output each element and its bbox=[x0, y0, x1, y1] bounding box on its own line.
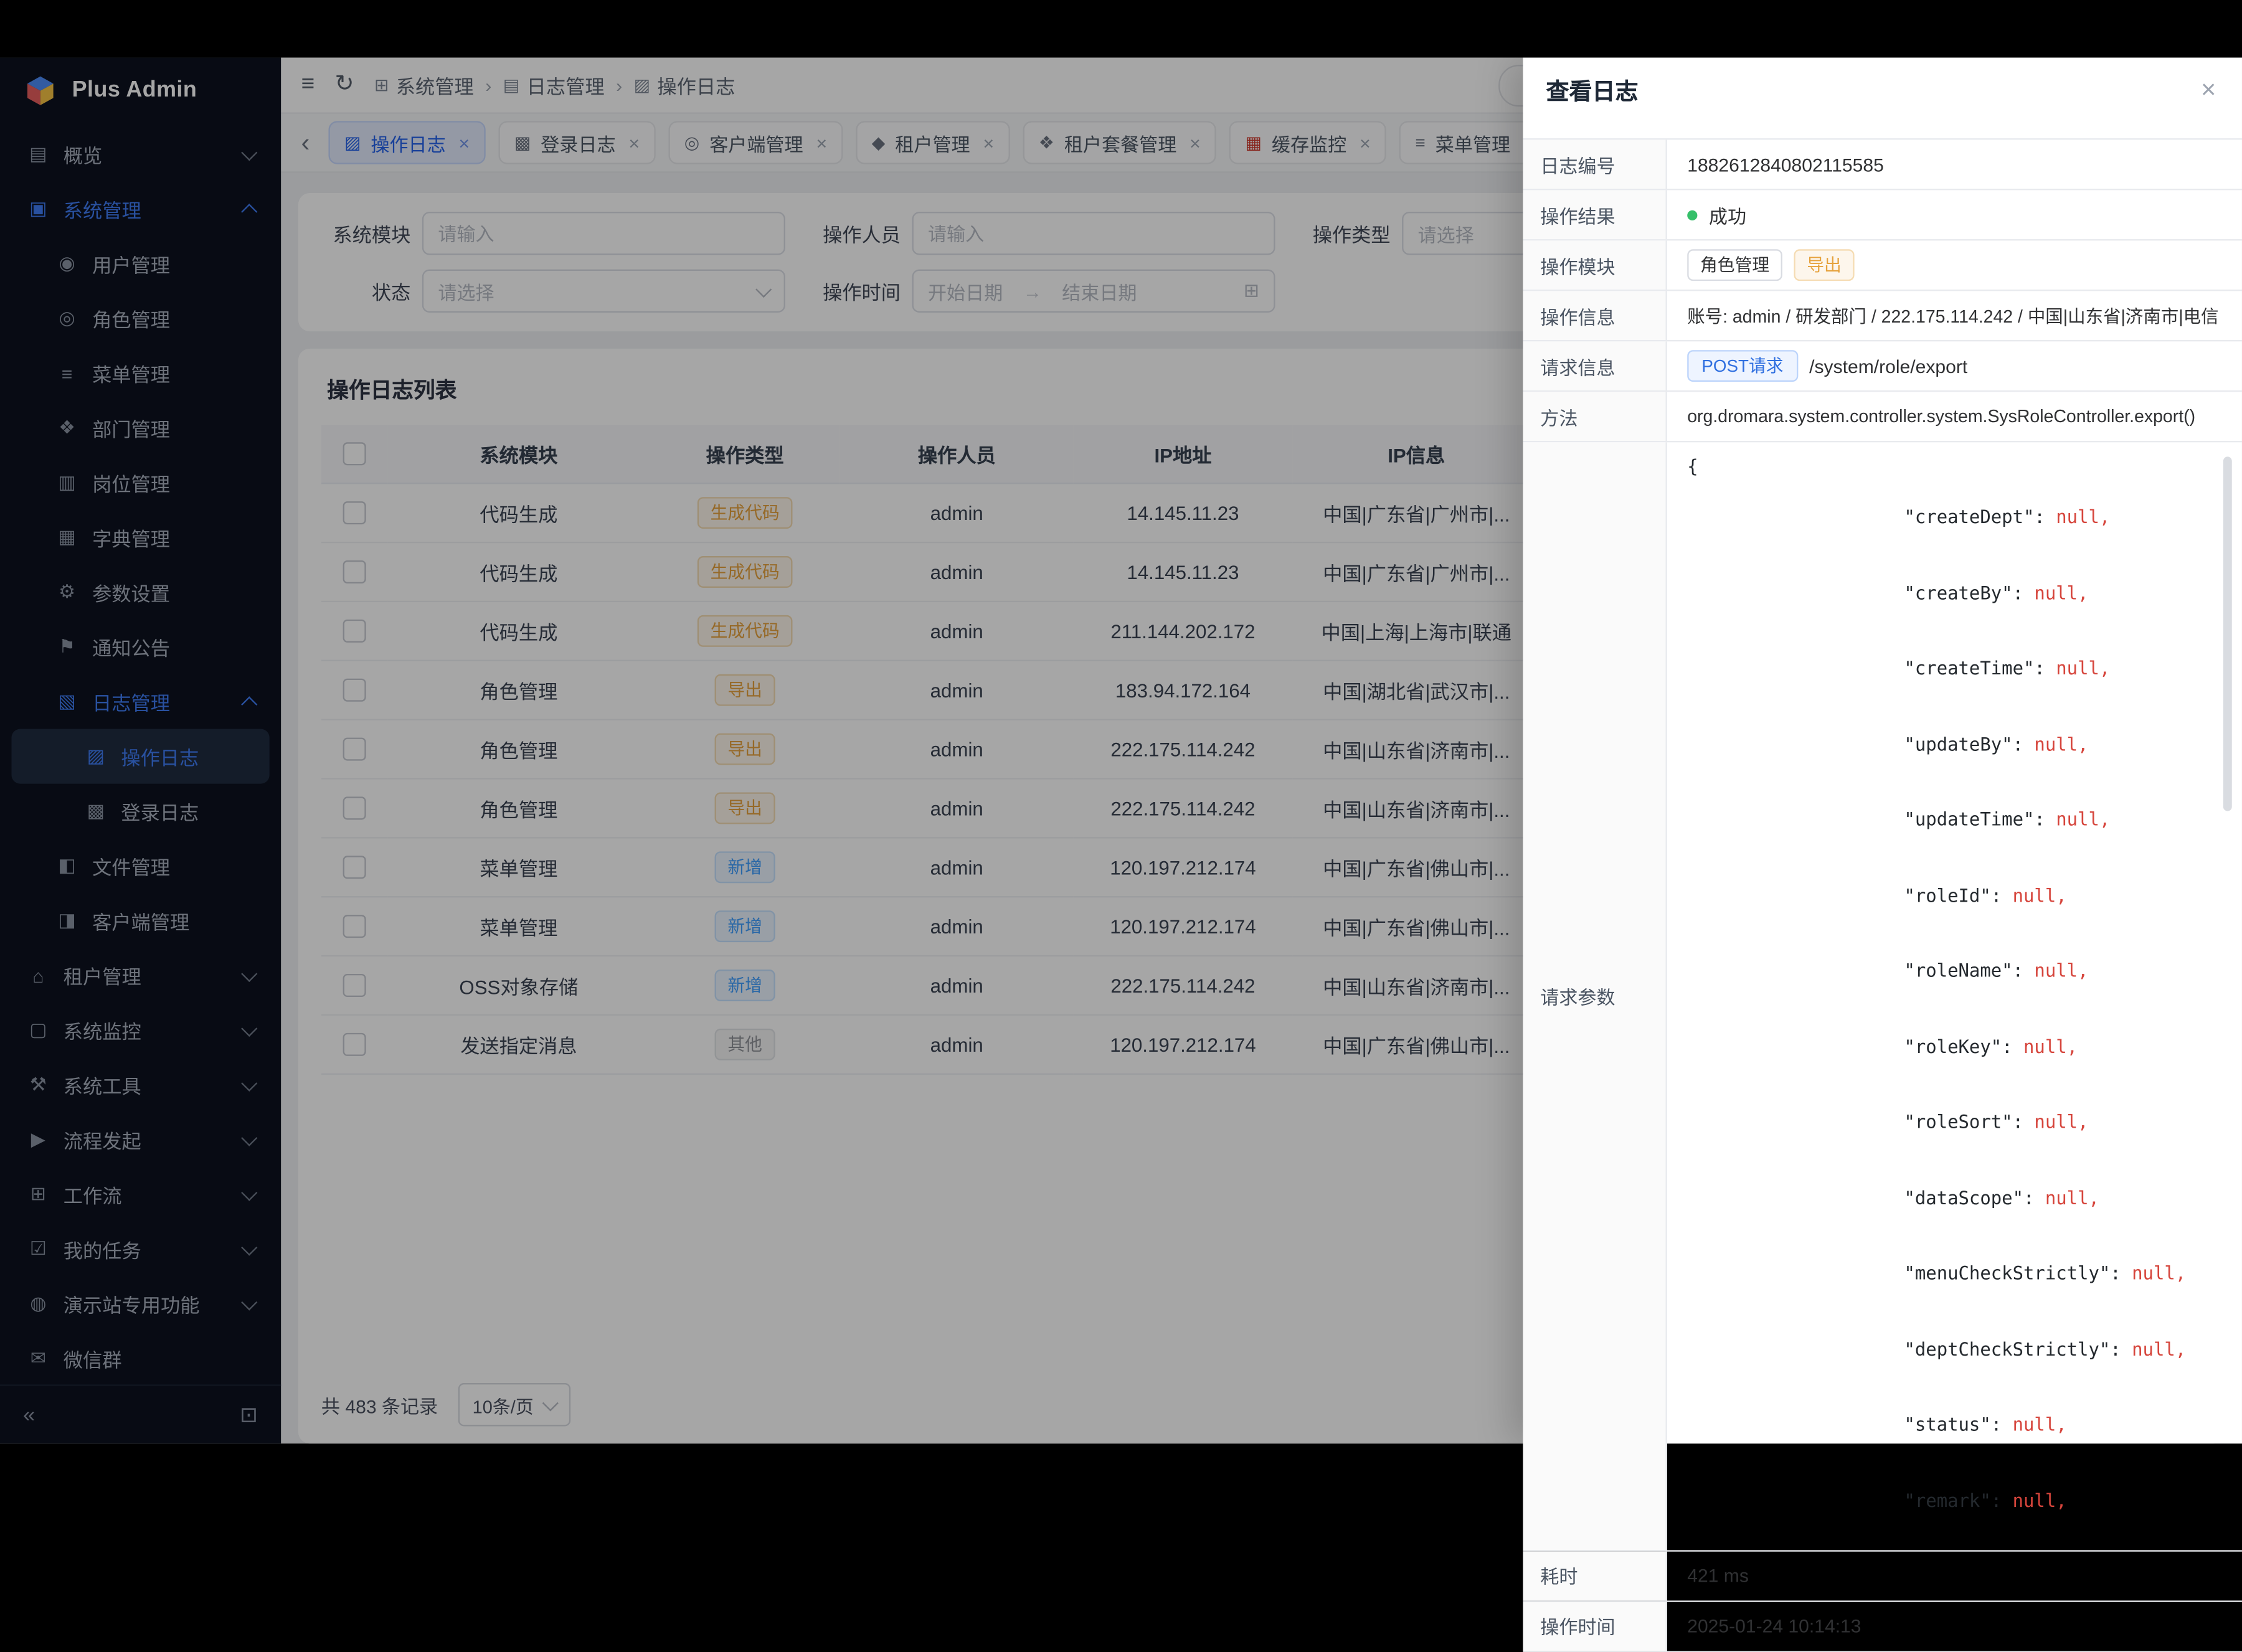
detail-label: 耗时 bbox=[1523, 1551, 1667, 1600]
detail-row-request-params: 请求参数 { "createDept": null, "createBy": n… bbox=[1523, 442, 2241, 1551]
json-line: "status": null, bbox=[1687, 1387, 2186, 1462]
screen: Plus Admin ▤ 概览 ▣ 系统管理 bbox=[0, 0, 2242, 1456]
detail-label: 操作模块 bbox=[1523, 240, 1667, 290]
json-line: "roleName": null, bbox=[1687, 933, 2186, 1008]
detail-value-info: 账号: admin / 研发部门 / 222.175.114.242 / 中国|… bbox=[1667, 291, 2242, 340]
json-line: "deptCheckStrictly": null, bbox=[1687, 1311, 2186, 1386]
detail-value-log-id: 1882612840802115585 bbox=[1667, 139, 2242, 189]
json-null-value: null, bbox=[2023, 1035, 2078, 1057]
json-null-value: null, bbox=[2034, 582, 2088, 603]
detail-row-request: 请求信息 POST请求 /system/role/export bbox=[1523, 341, 2241, 392]
drawer-header: 查看日志 × bbox=[1523, 58, 2241, 121]
detail-label: 请求信息 bbox=[1523, 341, 1667, 390]
json-line: "roleSort": null, bbox=[1687, 1084, 2186, 1159]
drawer-title: 查看日志 bbox=[1546, 72, 1638, 107]
detail-row-duration: 耗时 421 ms bbox=[1523, 1551, 2241, 1602]
json-null-value: null, bbox=[2056, 506, 2110, 527]
json-key: "createBy": bbox=[1883, 582, 2035, 603]
detail-label: 日志编号 bbox=[1523, 139, 1667, 189]
request-path: /system/role/export bbox=[1809, 355, 1967, 377]
json-brace: { bbox=[1687, 455, 1698, 477]
json-null-value: null, bbox=[2056, 808, 2110, 830]
detail-row-log-id: 日志编号 1882612840802115585 bbox=[1523, 139, 2241, 190]
export-tag: 导出 bbox=[1794, 249, 1854, 281]
json-key: "createDept": bbox=[1883, 506, 2056, 527]
json-line: "createDept": null, bbox=[1687, 479, 2186, 554]
json-key: "status": bbox=[1883, 1414, 2013, 1435]
detail-label: 操作时间 bbox=[1523, 1602, 1667, 1651]
json-key: "roleSort": bbox=[1883, 1111, 2035, 1133]
json-line: "roleId": null, bbox=[1687, 857, 2186, 933]
json-key: "updateBy": bbox=[1883, 732, 2035, 754]
json-key: "menuCheckStrictly": bbox=[1883, 1262, 2132, 1284]
json-line: "roleKey": null, bbox=[1687, 1009, 2186, 1084]
json-null-value: null, bbox=[2034, 960, 2088, 981]
params-scrollbar[interactable] bbox=[2223, 456, 2232, 811]
log-detail-table: 日志编号 1882612840802115585 操作结果 成功 操作模块 角色… bbox=[1523, 138, 2241, 1651]
detail-row-module: 操作模块 角色管理 导出 bbox=[1523, 240, 2241, 291]
detail-value-method: org.dromara.system.controller.system.Sys… bbox=[1667, 392, 2242, 441]
json-line: "menuCheckStrictly": null, bbox=[1687, 1235, 2186, 1311]
json-key: "roleId": bbox=[1883, 884, 2013, 905]
json-key: "updateTime": bbox=[1883, 808, 2056, 830]
detail-label: 操作结果 bbox=[1523, 190, 1667, 239]
detail-value-time: 2025-01-24 10:14:13 bbox=[1667, 1602, 2242, 1651]
json-null-value: null, bbox=[2132, 1262, 2186, 1284]
json-null-value: null, bbox=[2034, 732, 2088, 754]
close-icon[interactable]: × bbox=[2201, 77, 2216, 103]
json-key: "createTime": bbox=[1883, 657, 2056, 679]
detail-row-method: 方法 org.dromara.system.controller.system.… bbox=[1523, 392, 2241, 442]
app-window: Plus Admin ▤ 概览 ▣ 系统管理 bbox=[0, 58, 2242, 1444]
json-line: "remark": null, bbox=[1687, 1462, 2186, 1537]
detail-value-result: 成功 bbox=[1709, 201, 1746, 229]
json-key: "deptCheckStrictly": bbox=[1883, 1338, 2132, 1359]
json-null-value: null, bbox=[2132, 1338, 2186, 1359]
view-log-drawer: 查看日志 × 日志编号 1882612840802115585 操作结果 成功 … bbox=[1523, 58, 2241, 1444]
detail-value-duration: 421 ms bbox=[1667, 1551, 2242, 1600]
json-line: "createTime": null, bbox=[1687, 630, 2186, 706]
json-null-value: null, bbox=[2013, 1414, 2067, 1435]
detail-label: 操作信息 bbox=[1523, 291, 1667, 340]
json-key: "roleName": bbox=[1883, 960, 2035, 981]
module-tag: 角色管理 bbox=[1687, 249, 1782, 281]
json-null-value: null, bbox=[2045, 1186, 2099, 1208]
json-null-value: null, bbox=[2013, 1489, 2067, 1511]
post-method-tag: POST请求 bbox=[1687, 350, 1797, 382]
json-line: "dataScope": null, bbox=[1687, 1159, 2186, 1235]
success-status-dot bbox=[1687, 210, 1697, 220]
json-line: "updateBy": null, bbox=[1687, 706, 2186, 781]
json-key: "remark": bbox=[1883, 1489, 2013, 1511]
json-key: "roleKey": bbox=[1883, 1035, 2023, 1057]
json-null-value: null, bbox=[2013, 884, 2067, 905]
json-key: "dataScope": bbox=[1883, 1186, 2045, 1208]
detail-label: 请求参数 bbox=[1523, 442, 1667, 1549]
json-null-value: null, bbox=[2034, 1111, 2088, 1133]
detail-row-info: 操作信息 账号: admin / 研发部门 / 222.175.114.242 … bbox=[1523, 291, 2241, 341]
detail-row-time: 操作时间 2025-01-24 10:14:13 bbox=[1523, 1602, 2241, 1652]
detail-row-result: 操作结果 成功 bbox=[1523, 190, 2241, 240]
json-line: "updateTime": null, bbox=[1687, 781, 2186, 857]
request-params-json: { "createDept": null, "createBy": null, bbox=[1687, 454, 2186, 1538]
json-null-value: null, bbox=[2056, 657, 2110, 679]
detail-label: 方法 bbox=[1523, 392, 1667, 441]
json-line: "createBy": null, bbox=[1687, 555, 2186, 630]
